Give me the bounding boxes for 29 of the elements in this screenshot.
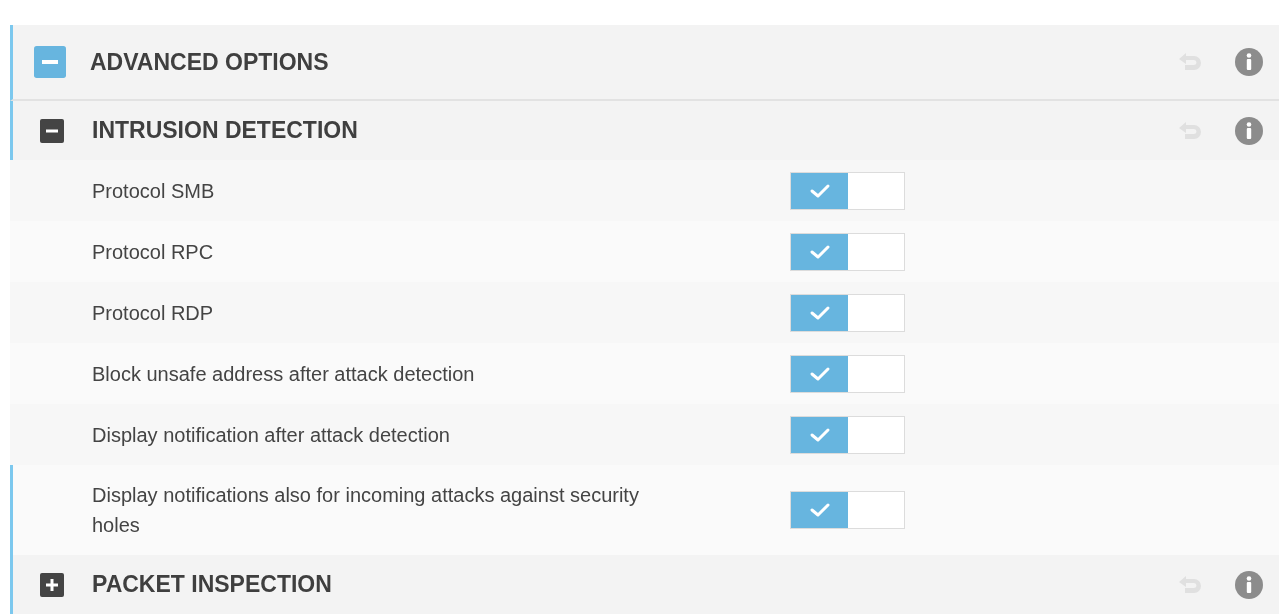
subsection-title: PACKET INSPECTION [92, 571, 333, 598]
subsection-header[interactable]: INTRUSION DETECTION [10, 101, 1279, 160]
check-icon [808, 502, 831, 518]
toggle-switch[interactable] [790, 354, 905, 393]
setting-label: Block unsafe address after attack detection [92, 361, 476, 387]
setting-label: Protocol SMB [92, 178, 216, 204]
check-icon [808, 304, 831, 321]
expand-icon[interactable] [40, 572, 64, 597]
section-title: ADVANCED OPTIONS [90, 48, 330, 76]
check-icon [808, 426, 831, 443]
toggle-switch[interactable] [790, 293, 905, 332]
check-icon [808, 182, 831, 199]
subsection-title: INTRUSION DETECTION [92, 117, 359, 144]
setting-label: Display notification after attack detection [92, 422, 451, 448]
check-icon [808, 243, 831, 260]
info-icon[interactable] [1235, 116, 1263, 145]
toggle-switch[interactable] [790, 171, 905, 210]
collapse-icon[interactable] [40, 118, 64, 143]
subsection-header[interactable]: PACKET INSPECTION [10, 555, 1279, 614]
section-header[interactable]: ADVANCED OPTIONS [10, 25, 1279, 101]
setting-label: Protocol RDP [92, 300, 215, 326]
setting-label: Display notifications also for incoming attacks against security holes [92, 483, 640, 538]
toggle-switch[interactable] [790, 415, 905, 454]
info-icon[interactable] [1235, 48, 1263, 76]
setting-label: Protocol RPC [92, 239, 215, 265]
check-icon [808, 365, 831, 382]
info-icon[interactable] [1235, 570, 1263, 599]
toggle-switch[interactable] [790, 491, 905, 529]
toggle-switch[interactable] [790, 232, 905, 271]
